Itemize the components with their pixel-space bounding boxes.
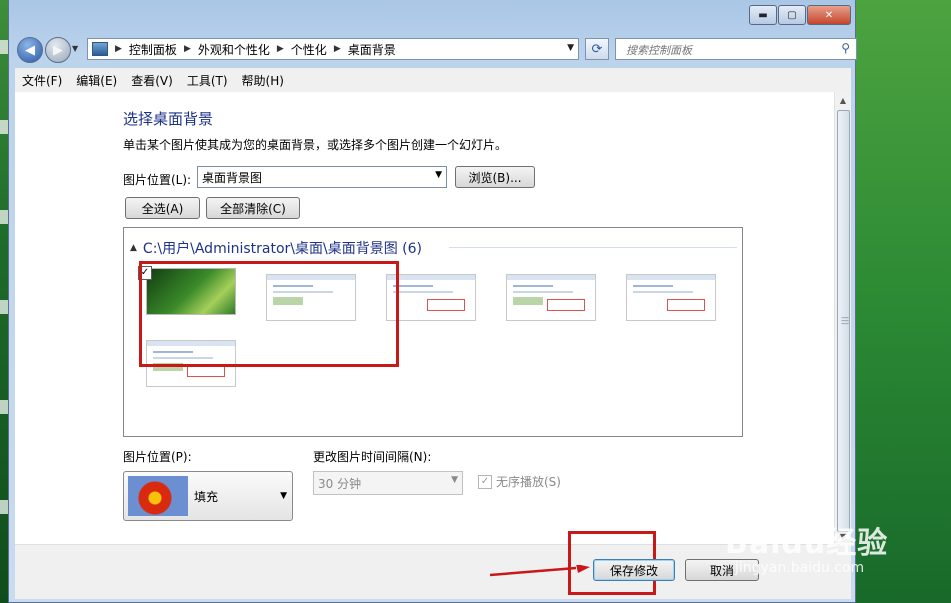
chevron-down-icon: ▼ bbox=[451, 475, 458, 485]
menu-bar: 文件(F) 编辑(E) 查看(V) 工具(T) 帮助(H) bbox=[15, 68, 851, 93]
arrow-right-icon: ▶ bbox=[53, 42, 63, 58]
picture-location-select[interactable]: 桌面背景图 ▼ bbox=[197, 166, 447, 188]
breadcrumb-control-panel[interactable]: 控制面板 bbox=[125, 41, 181, 58]
breadcrumb-separator-icon[interactable]: ▶ bbox=[331, 44, 344, 54]
fit-position-label: 图片位置(P): bbox=[123, 450, 192, 464]
address-dropdown-icon[interactable]: ▼ bbox=[567, 43, 574, 53]
highlight-annotation bbox=[139, 261, 399, 367]
caption-buttons: ▬ ▢ ✕ bbox=[748, 5, 851, 25]
menu-edit[interactable]: 编辑(E) bbox=[69, 72, 124, 89]
grip-icon: — — — bbox=[841, 313, 849, 328]
search-box[interactable]: ⚲ bbox=[615, 38, 857, 60]
browse-button[interactable]: 浏览(B)... bbox=[455, 166, 535, 188]
recent-pages-dropdown-icon[interactable]: ▼ bbox=[72, 44, 78, 53]
select-all-button[interactable]: 全选(A) bbox=[125, 197, 200, 219]
picture-location-value: 桌面背景图 bbox=[202, 170, 263, 185]
menu-help[interactable]: 帮助(H) bbox=[235, 72, 291, 89]
save-changes-button[interactable]: 保存修改 bbox=[593, 559, 675, 581]
breadcrumb-separator-icon[interactable]: ▶ bbox=[274, 44, 287, 54]
watermark: Baidu经验 jingyan.baidu.com bbox=[725, 518, 889, 576]
flower-preview-icon bbox=[128, 476, 188, 516]
page-description: 单击某个图片使其成为您的桌面背景，或选择多个图片创建一个幻灯片。 bbox=[123, 138, 508, 152]
navigation-bar: ◀ ▶ ▼ ▶ 控制面板 ▶ 外观和个性化 ▶ 个性化 ▶ 桌面背景 ▼ ⟳ ⚲ bbox=[15, 36, 857, 64]
watermark-url: jingyan.baidu.com bbox=[735, 560, 865, 576]
refresh-button[interactable]: ⟳ bbox=[585, 38, 609, 60]
menu-tools[interactable]: 工具(T) bbox=[180, 72, 235, 89]
search-icon[interactable]: ⚲ bbox=[841, 41, 850, 55]
close-button[interactable]: ✕ bbox=[807, 5, 851, 25]
breadcrumb-separator-icon[interactable]: ▶ bbox=[112, 44, 125, 54]
gallery-group-title: C:\用户\Administrator\桌面\桌面背景图 (6) bbox=[142, 241, 422, 257]
arrow-left-icon: ◀ bbox=[25, 42, 35, 58]
collapse-triangle-icon[interactable]: ▲ bbox=[130, 243, 137, 253]
vertical-scrollbar[interactable]: ▲ — — — ▼ bbox=[834, 92, 851, 544]
minimize-button[interactable]: ▬ bbox=[749, 5, 777, 25]
chevron-down-icon: ▼ bbox=[280, 491, 287, 501]
breadcrumb-desktop-background[interactable]: 桌面背景 bbox=[344, 41, 400, 58]
page-title: 选择桌面背景 bbox=[123, 110, 214, 128]
picture-location-label: 图片位置(L): bbox=[123, 173, 192, 187]
wallpaper-thumbnail[interactable] bbox=[626, 274, 716, 321]
shuffle-checkbox[interactable]: ✓ bbox=[478, 474, 492, 489]
image-gallery: ▲ C:\用户\Administrator\桌面\桌面背景图 (6) ✓ bbox=[123, 227, 743, 437]
fit-position-value: 填充 bbox=[194, 490, 219, 504]
interval-label: 更改图片时间间隔(N): bbox=[313, 450, 432, 464]
interval-value: 30 分钟 bbox=[318, 476, 362, 491]
fit-position-select[interactable]: 填充 ▼ bbox=[123, 471, 293, 521]
wallpaper-thumbnail[interactable] bbox=[506, 274, 596, 321]
menu-view[interactable]: 查看(V) bbox=[124, 72, 180, 89]
refresh-icon: ⟳ bbox=[591, 41, 603, 57]
wallpaper-thumbnail[interactable] bbox=[386, 274, 476, 321]
baidu-logo: Baidu经验 bbox=[725, 526, 889, 561]
gallery-group-header[interactable]: ▲ C:\用户\Administrator\桌面\桌面背景图 (6) bbox=[130, 238, 422, 258]
group-divider bbox=[449, 247, 737, 248]
chevron-down-icon: ▼ bbox=[435, 170, 442, 180]
breadcrumb-appearance[interactable]: 外观和个性化 bbox=[194, 41, 274, 58]
breadcrumb-personalization[interactable]: 个性化 bbox=[287, 41, 331, 58]
maximize-button[interactable]: ▢ bbox=[778, 5, 806, 25]
desktop-background-right bbox=[841, 0, 951, 603]
content-pane: 选择桌面背景 单击某个图片使其成为您的桌面背景，或选择多个图片创建一个幻灯片。 … bbox=[15, 92, 851, 544]
clear-all-button[interactable]: 全部清除(C) bbox=[206, 197, 300, 219]
control-panel-window: ▬ ▢ ✕ ◀ ▶ ▼ ▶ 控制面板 ▶ 外观和个性化 ▶ 个性化 ▶ 桌面背景… bbox=[8, 0, 857, 603]
scroll-up-icon[interactable]: ▲ bbox=[835, 92, 851, 108]
address-bar[interactable]: ▶ 控制面板 ▶ 外观和个性化 ▶ 个性化 ▶ 桌面背景 ▼ bbox=[87, 38, 579, 60]
breadcrumb-separator-icon[interactable]: ▶ bbox=[181, 44, 194, 54]
shuffle-label: 无序播放(S) bbox=[496, 475, 561, 489]
search-input[interactable] bbox=[624, 40, 828, 60]
control-panel-icon bbox=[92, 42, 108, 56]
scrollbar-thumb[interactable]: — — — bbox=[837, 110, 850, 532]
shuffle-option[interactable]: ✓ 无序播放(S) bbox=[478, 473, 561, 490]
menu-file[interactable]: 文件(F) bbox=[15, 72, 69, 89]
back-button[interactable]: ◀ bbox=[17, 37, 43, 63]
forward-button[interactable]: ▶ bbox=[45, 37, 71, 63]
interval-select[interactable]: 30 分钟 ▼ bbox=[313, 471, 463, 495]
